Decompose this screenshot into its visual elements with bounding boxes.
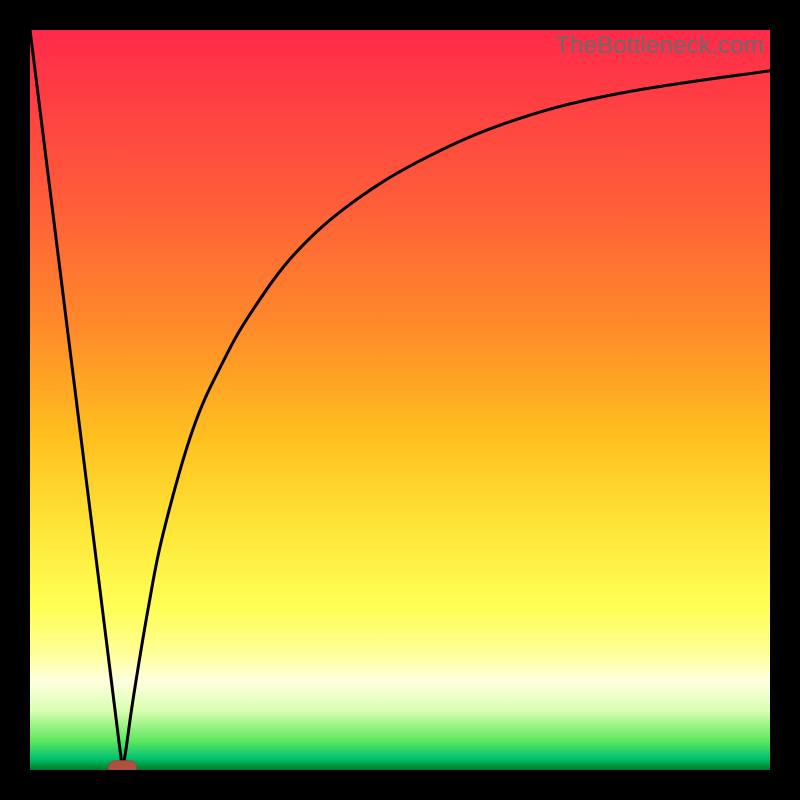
chart-svg — [30, 30, 770, 770]
min-marker — [109, 761, 137, 770]
plot-area: TheBottleneck.com — [30, 30, 770, 770]
curve-right-branch — [123, 71, 771, 770]
curve-left-branch — [30, 30, 123, 770]
chart-frame: TheBottleneck.com — [0, 0, 800, 800]
